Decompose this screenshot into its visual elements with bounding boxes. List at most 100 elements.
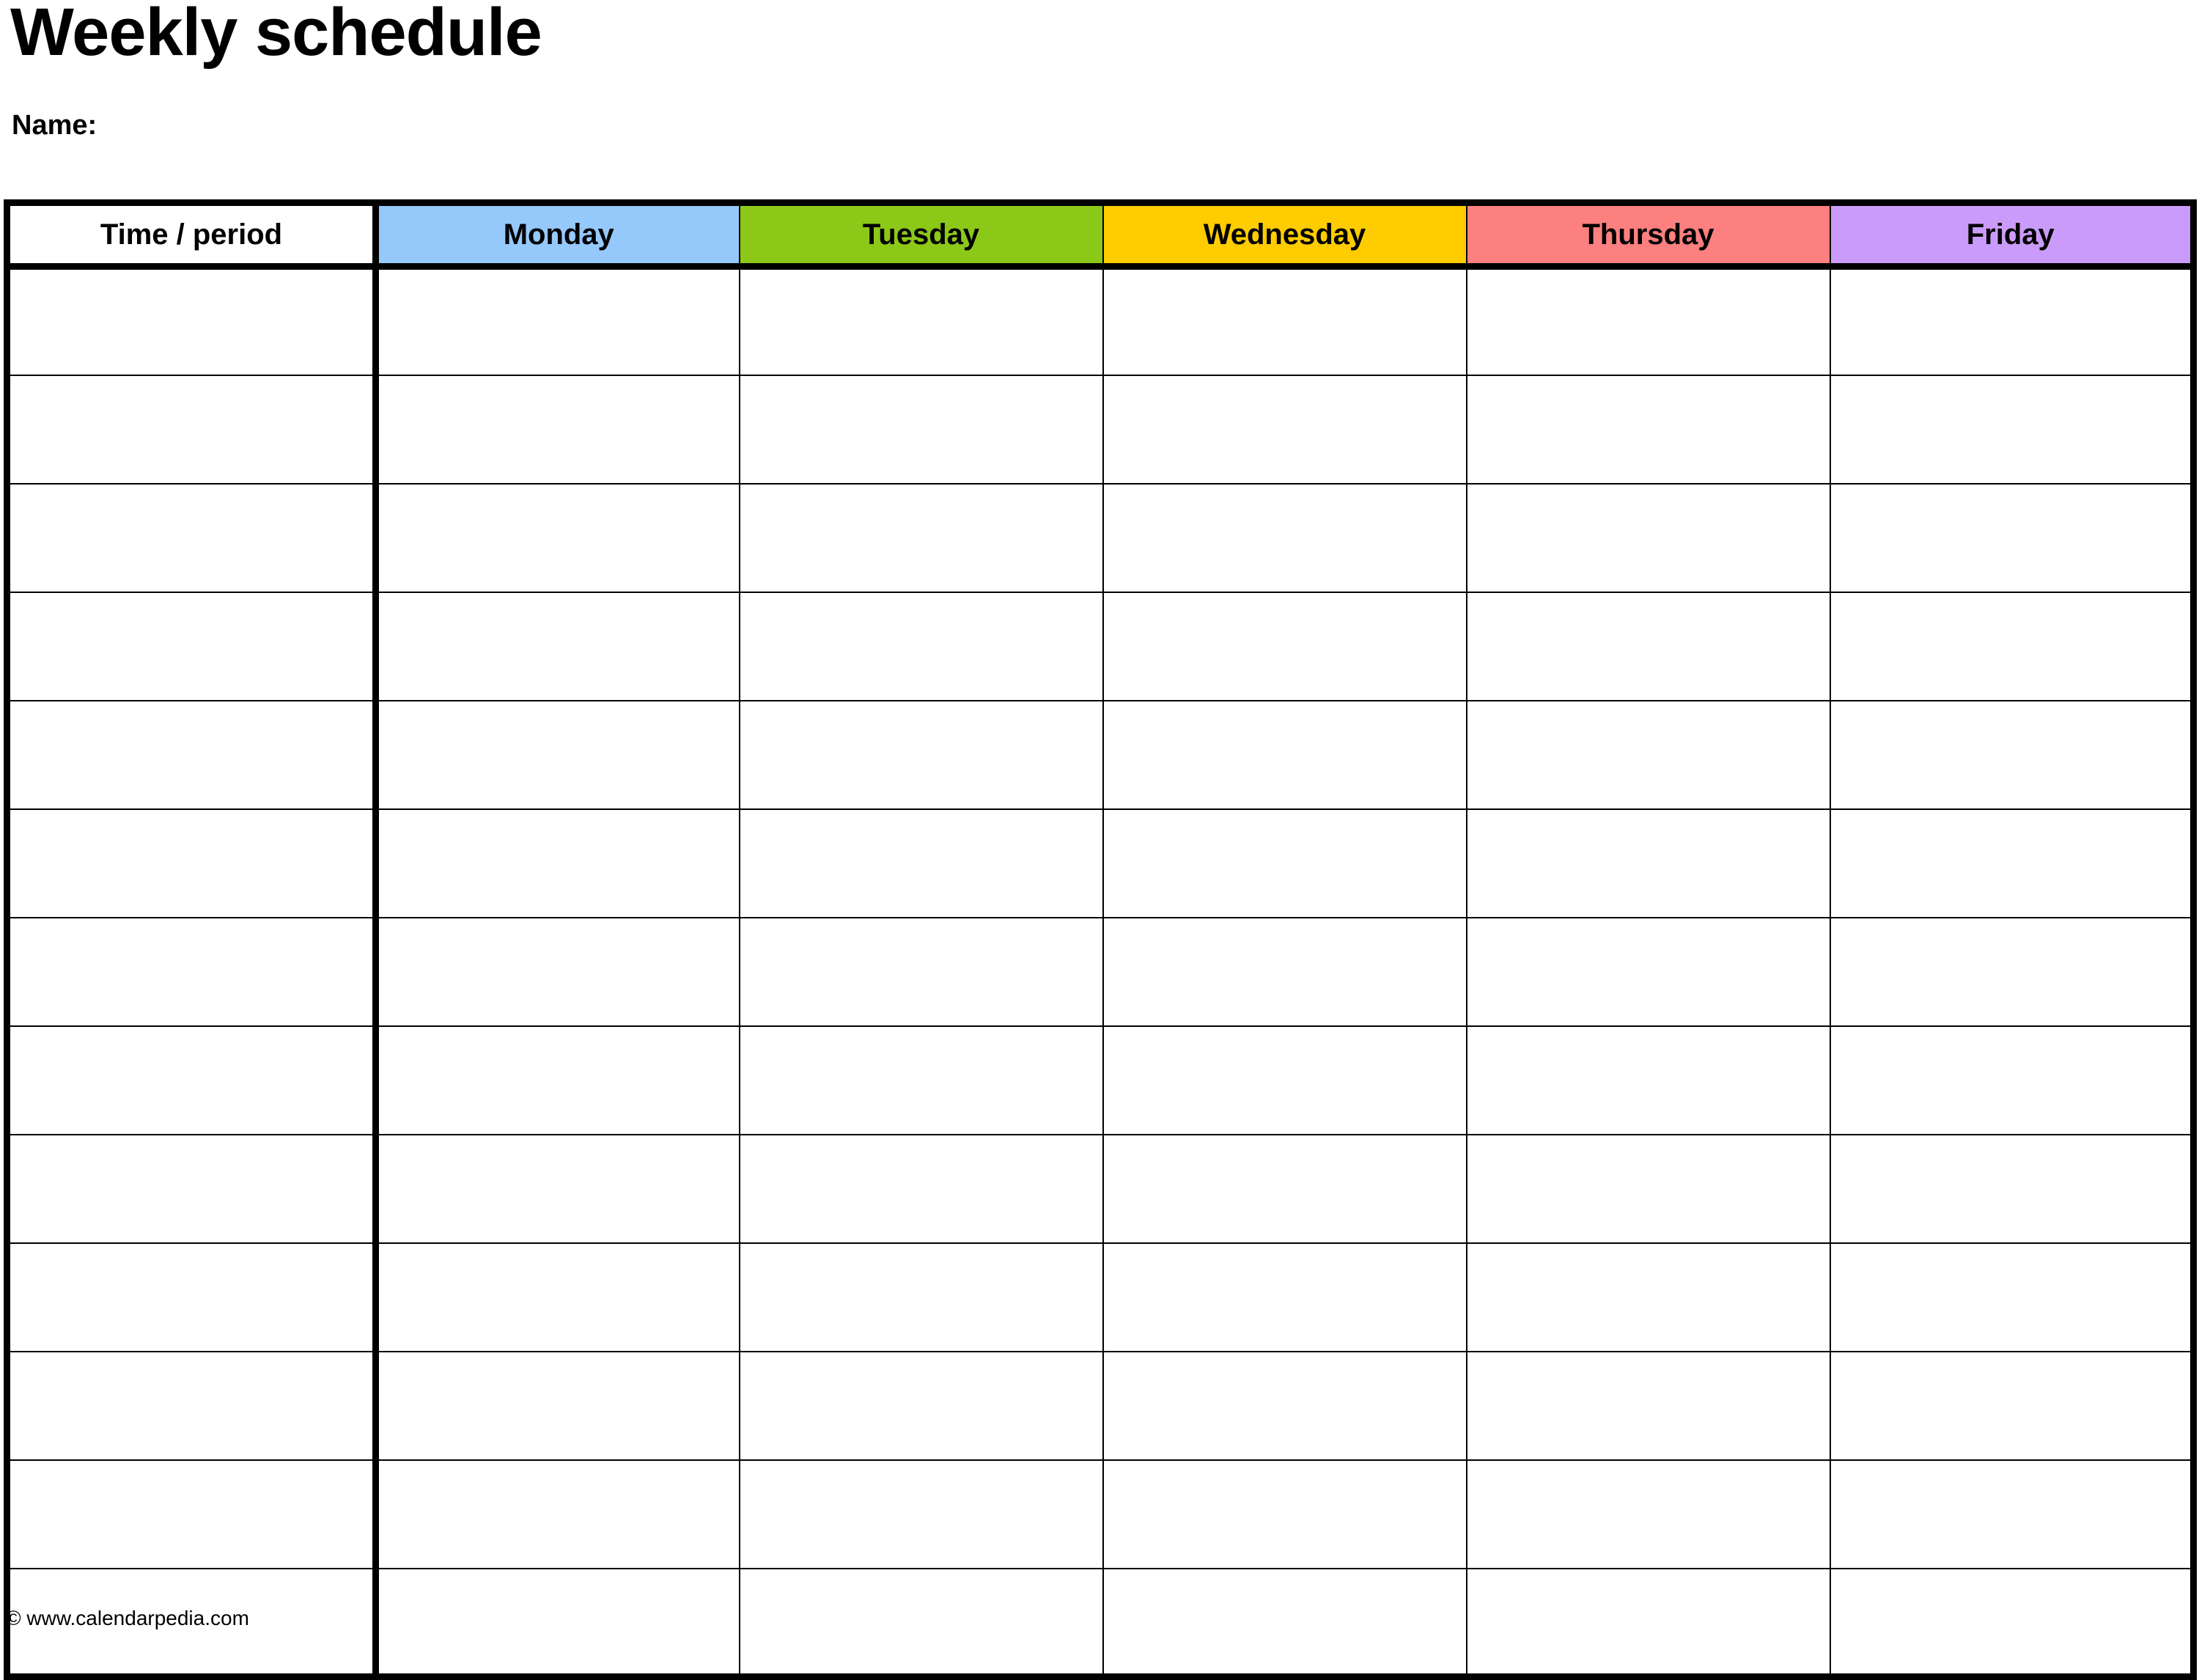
table-row bbox=[4, 591, 2197, 701]
schedule-cell-monday[interactable] bbox=[375, 916, 740, 1027]
column-header-monday: Monday bbox=[375, 199, 740, 270]
schedule-cell-wednesday[interactable] bbox=[1102, 1025, 1467, 1135]
schedule-cell-wednesday[interactable] bbox=[1102, 1242, 1467, 1352]
schedule-cell-thursday[interactable] bbox=[1465, 1350, 1831, 1461]
table-row bbox=[4, 482, 2197, 593]
table-row bbox=[4, 1242, 2197, 1352]
schedule-cell-wednesday[interactable] bbox=[1102, 266, 1467, 376]
schedule-cell-friday[interactable] bbox=[1829, 916, 2197, 1027]
schedule-cell-thursday[interactable] bbox=[1465, 1567, 1831, 1680]
schedule-cell-friday[interactable] bbox=[1829, 1567, 2197, 1680]
schedule-cell-tuesday[interactable] bbox=[738, 1567, 1104, 1680]
column-header-time: Time / period bbox=[4, 199, 379, 270]
schedule-cell-monday[interactable] bbox=[375, 699, 740, 810]
schedule-cell-monday[interactable] bbox=[375, 374, 740, 485]
table-row bbox=[4, 808, 2197, 918]
table-row bbox=[4, 1133, 2197, 1244]
time-period-cell[interactable] bbox=[4, 916, 379, 1027]
schedule-cell-thursday[interactable] bbox=[1465, 1242, 1831, 1352]
schedule-cell-tuesday[interactable] bbox=[738, 1350, 1104, 1461]
time-period-cell[interactable] bbox=[4, 1133, 379, 1244]
time-period-cell[interactable] bbox=[4, 1350, 379, 1461]
schedule-cell-friday[interactable] bbox=[1829, 1459, 2197, 1569]
schedule-cell-friday[interactable] bbox=[1829, 591, 2197, 701]
table-row bbox=[4, 1350, 2197, 1461]
weekly-schedule-page: Weekly schedule Name: Time / period Mond… bbox=[0, 0, 2199, 1680]
schedule-cell-monday[interactable] bbox=[375, 1025, 740, 1135]
column-header-wednesday: Wednesday bbox=[1102, 199, 1467, 270]
time-period-cell[interactable] bbox=[4, 374, 379, 485]
schedule-cell-thursday[interactable] bbox=[1465, 591, 1831, 701]
schedule-cell-tuesday[interactable] bbox=[738, 699, 1104, 810]
schedule-cell-friday[interactable] bbox=[1829, 482, 2197, 593]
schedule-cell-friday[interactable] bbox=[1829, 1133, 2197, 1244]
time-period-cell[interactable] bbox=[4, 1025, 379, 1135]
schedule-cell-tuesday[interactable] bbox=[738, 482, 1104, 593]
schedule-cell-tuesday[interactable] bbox=[738, 374, 1104, 485]
column-header-thursday: Thursday bbox=[1465, 199, 1831, 270]
schedule-cell-wednesday[interactable] bbox=[1102, 591, 1467, 701]
schedule-cell-thursday[interactable] bbox=[1465, 1025, 1831, 1135]
column-header-friday: Friday bbox=[1829, 199, 2197, 270]
schedule-cell-thursday[interactable] bbox=[1465, 1133, 1831, 1244]
time-period-cell[interactable] bbox=[4, 1242, 379, 1352]
table-row bbox=[4, 266, 2197, 376]
schedule-cell-wednesday[interactable] bbox=[1102, 1567, 1467, 1680]
schedule-cell-friday[interactable] bbox=[1829, 374, 2197, 485]
schedule-cell-thursday[interactable] bbox=[1465, 1459, 1831, 1569]
schedule-cell-tuesday[interactable] bbox=[738, 808, 1104, 918]
schedule-cell-friday[interactable] bbox=[1829, 808, 2197, 918]
schedule-cell-thursday[interactable] bbox=[1465, 266, 1831, 376]
schedule-cell-monday[interactable] bbox=[375, 266, 740, 376]
schedule-cell-wednesday[interactable] bbox=[1102, 916, 1467, 1027]
table-row bbox=[4, 374, 2197, 485]
time-period-cell[interactable] bbox=[4, 266, 379, 376]
table-row bbox=[4, 1025, 2197, 1135]
schedule-cell-thursday[interactable] bbox=[1465, 482, 1831, 593]
schedule-cell-tuesday[interactable] bbox=[738, 591, 1104, 701]
schedule-cell-monday[interactable] bbox=[375, 1133, 740, 1244]
schedule-cell-monday[interactable] bbox=[375, 1567, 740, 1680]
table-row bbox=[4, 699, 2197, 810]
schedule-cell-thursday[interactable] bbox=[1465, 808, 1831, 918]
schedule-cell-friday[interactable] bbox=[1829, 1025, 2197, 1135]
schedule-cell-wednesday[interactable] bbox=[1102, 374, 1467, 485]
schedule-cell-wednesday[interactable] bbox=[1102, 699, 1467, 810]
schedule-cell-monday[interactable] bbox=[375, 1242, 740, 1352]
footer-credit: © www.calendarpedia.com bbox=[6, 1607, 249, 1629]
schedule-cell-friday[interactable] bbox=[1829, 699, 2197, 810]
name-field-label: Name: bbox=[12, 110, 97, 141]
schedule-cell-tuesday[interactable] bbox=[738, 916, 1104, 1027]
time-period-cell[interactable] bbox=[4, 1459, 379, 1569]
schedule-cell-wednesday[interactable] bbox=[1102, 1459, 1467, 1569]
schedule-cell-monday[interactable] bbox=[375, 591, 740, 701]
time-period-cell[interactable] bbox=[4, 482, 379, 593]
time-period-cell[interactable] bbox=[4, 591, 379, 701]
schedule-cell-monday[interactable] bbox=[375, 1459, 740, 1569]
schedule-cell-monday[interactable] bbox=[375, 482, 740, 593]
schedule-cell-tuesday[interactable] bbox=[738, 266, 1104, 376]
schedule-cell-wednesday[interactable] bbox=[1102, 1350, 1467, 1461]
time-period-cell[interactable] bbox=[4, 699, 379, 810]
schedule-cell-thursday[interactable] bbox=[1465, 916, 1831, 1027]
schedule-cell-tuesday[interactable] bbox=[738, 1025, 1104, 1135]
schedule-cell-monday[interactable] bbox=[375, 808, 740, 918]
schedule-cell-friday[interactable] bbox=[1829, 1350, 2197, 1461]
schedule-cell-wednesday[interactable] bbox=[1102, 808, 1467, 918]
table-row bbox=[4, 1567, 2197, 1680]
table-row bbox=[4, 1459, 2197, 1569]
schedule-cell-friday[interactable] bbox=[1829, 266, 2197, 376]
header-row: Time / period Monday Tuesday Wednesday T… bbox=[4, 199, 2197, 270]
page-title: Weekly schedule bbox=[10, 0, 542, 70]
weekly-schedule-table: Time / period Monday Tuesday Wednesday T… bbox=[4, 199, 2197, 1680]
schedule-cell-wednesday[interactable] bbox=[1102, 482, 1467, 593]
schedule-cell-tuesday[interactable] bbox=[738, 1242, 1104, 1352]
schedule-cell-thursday[interactable] bbox=[1465, 699, 1831, 810]
schedule-cell-monday[interactable] bbox=[375, 1350, 740, 1461]
schedule-cell-wednesday[interactable] bbox=[1102, 1133, 1467, 1244]
schedule-cell-friday[interactable] bbox=[1829, 1242, 2197, 1352]
schedule-cell-tuesday[interactable] bbox=[738, 1459, 1104, 1569]
schedule-cell-thursday[interactable] bbox=[1465, 374, 1831, 485]
schedule-cell-tuesday[interactable] bbox=[738, 1133, 1104, 1244]
time-period-cell[interactable] bbox=[4, 808, 379, 918]
